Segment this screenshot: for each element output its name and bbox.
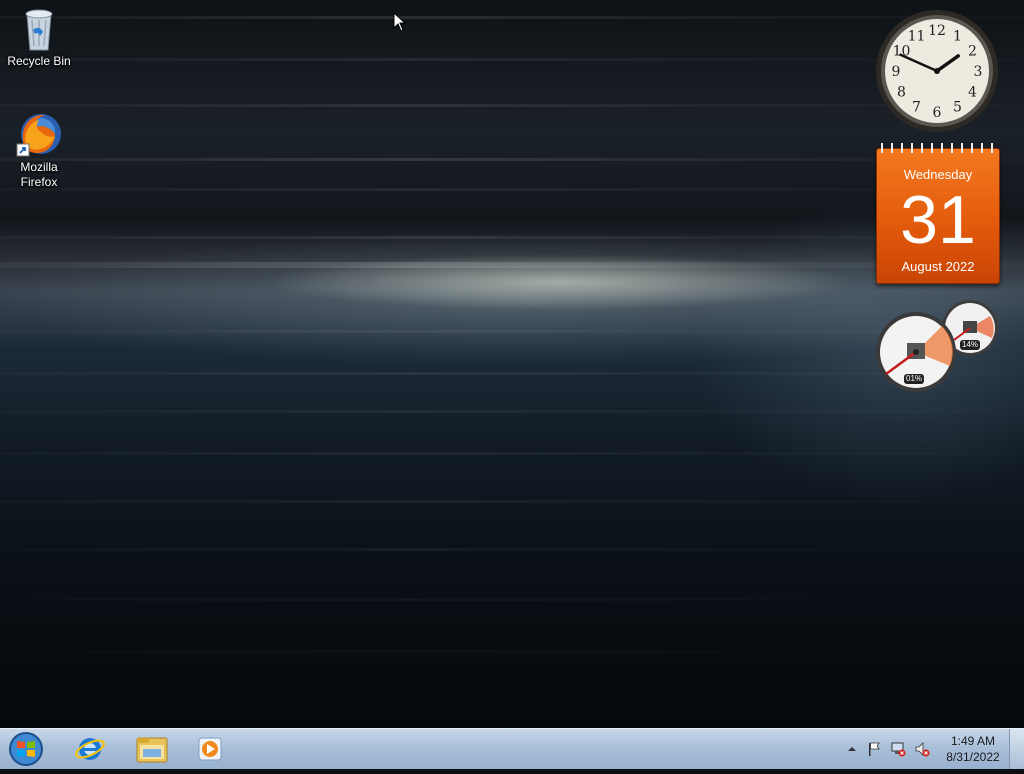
clock-numeral: 9 bbox=[892, 64, 901, 80]
wallpaper-streak bbox=[0, 188, 1024, 191]
mouse-cursor-icon bbox=[393, 12, 407, 32]
taskbar: 1:49 AM 8/31/2022 bbox=[0, 728, 1024, 769]
wallpaper-streak bbox=[0, 598, 1024, 601]
clock-numeral: 5 bbox=[953, 100, 962, 116]
wallpaper-streak bbox=[0, 500, 1024, 503]
tray-time: 1:49 AM bbox=[950, 734, 996, 748]
show-hidden-icons-icon[interactable] bbox=[844, 741, 860, 757]
calendar-rings bbox=[877, 143, 999, 153]
wallpaper-streak bbox=[0, 372, 1024, 375]
action-center-flag-icon[interactable] bbox=[866, 741, 882, 757]
clock-numeral: 3 bbox=[974, 64, 983, 80]
recycle-bin-icon bbox=[25, 9, 53, 51]
wallpaper-streak bbox=[0, 650, 1024, 653]
firefox-shortcut[interactable]: Mozilla Firefox bbox=[2, 110, 76, 190]
wallpaper-streak bbox=[0, 16, 1024, 19]
clock-numeral: 8 bbox=[897, 85, 906, 101]
recycle-bin-shortcut[interactable]: Recycle Bin bbox=[2, 6, 76, 69]
desktop[interactable]: Recycle Bin Mozilla Firefox 12 1 2 3 4 5 6 7 8 9 1… bbox=[0, 0, 1024, 728]
clock-gadget[interactable]: 12 1234567891011 bbox=[874, 8, 1000, 134]
clock-numeral: 11 bbox=[908, 28, 926, 44]
start-button[interactable] bbox=[6, 730, 46, 768]
show-desktop-button[interactable] bbox=[1009, 729, 1024, 769]
calendar-month-year: August 2022 bbox=[901, 259, 975, 274]
tray-clock[interactable]: 1:49 AM 8/31/2022 bbox=[940, 733, 1006, 765]
clock-numeral: 12 bbox=[928, 23, 946, 39]
wallpaper-streak bbox=[0, 104, 1024, 107]
tray-date: 8/31/2022 bbox=[946, 750, 1000, 764]
internet-explorer-icon bbox=[75, 738, 105, 760]
clock-numeral: 1 bbox=[953, 28, 962, 44]
wallpaper-streak bbox=[0, 330, 1024, 333]
wallpaper-streak bbox=[0, 452, 1024, 455]
wallpaper-streak bbox=[0, 548, 1024, 551]
cpu-meter-dials bbox=[876, 300, 998, 392]
cpu-usage-label: 01% bbox=[904, 374, 925, 384]
clock-numeral: 6 bbox=[933, 105, 942, 121]
recycle-bin-label: Recycle Bin bbox=[7, 54, 71, 68]
firefox-icon bbox=[16, 114, 61, 157]
network-icon[interactable] bbox=[890, 741, 906, 757]
cpu-meter-gadget[interactable]: 01% 14% bbox=[872, 298, 1002, 394]
wallpaper-streak bbox=[0, 158, 1024, 161]
taskbar-windows-explorer[interactable] bbox=[124, 729, 180, 769]
firefox-label: Mozilla Firefox bbox=[20, 160, 58, 189]
media-player-icon bbox=[198, 737, 222, 761]
calendar-date: 31 bbox=[900, 182, 976, 258]
windows-explorer-icon bbox=[136, 737, 168, 763]
clock-numeral: 7 bbox=[912, 100, 921, 116]
memory-usage-label: 14% bbox=[960, 340, 981, 350]
clock-numeral: 4 bbox=[968, 85, 977, 101]
wallpaper-streak bbox=[0, 410, 1024, 413]
volume-muted-icon[interactable] bbox=[914, 741, 930, 757]
taskbar-media-player[interactable] bbox=[182, 729, 238, 769]
calendar-gadget[interactable]: Wednesday 31 August 2022 bbox=[876, 143, 1000, 284]
wallpaper-streak bbox=[0, 262, 1024, 268]
wallpaper-streak bbox=[0, 58, 1024, 61]
wallpaper-streak bbox=[0, 236, 1024, 239]
clock-numeral: 2 bbox=[968, 44, 977, 60]
calendar-day-name: Wednesday bbox=[903, 167, 973, 182]
taskbar-internet-explorer[interactable] bbox=[62, 729, 118, 769]
